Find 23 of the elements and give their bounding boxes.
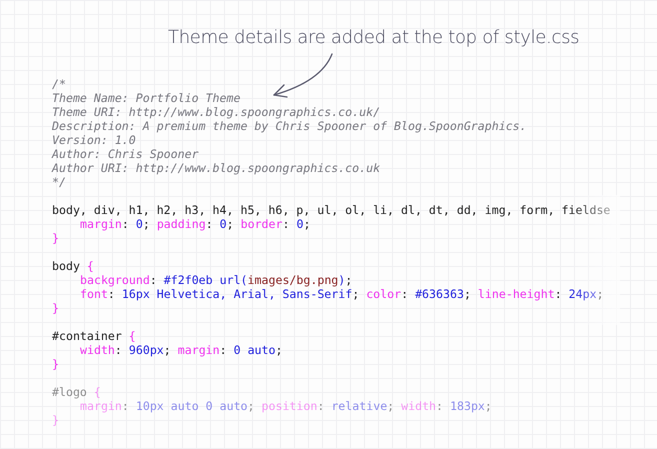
code-line: #logo { [52,385,101,399]
code-line: } [52,231,59,245]
comment-line: Theme URI: http://www.blog.spoongraphics.co.uk/ [52,105,380,119]
arrow-drawing [273,53,333,98]
comment-line: Version: 1.0 [52,133,136,147]
code-line: #container { [52,329,136,343]
code-line: } [52,301,59,315]
annotation-text: Theme details are added at the top of style.css [168,27,580,48]
code-line: margin: 10px auto 0 auto; position: relative; width: 183px; [79,399,492,413]
code-line: width: 960px; margin: 0 auto; [79,343,282,357]
code-line: body { [52,259,94,273]
code-line: font: 16px Helvetica, Arial, Sans-Serif; color: #636363; line-height: 24px; [79,287,604,301]
code-line: margin: 0; padding: 0; border: 0; [79,217,310,231]
code-line: } [52,357,59,371]
comment-line: Theme Name: Portfolio Theme [52,91,240,105]
comment-line: */ [52,175,66,189]
comment-line: Description: A premium theme by Chris Spooner of Blog.SpoonGraphics. [52,119,527,133]
comment-line: Author: Chris Spooner [52,147,199,161]
code-line: } [52,413,59,427]
comment-line: Author URI: http://www.blog.spoongraphics.co.uk [52,161,380,175]
code-line: body, div, h1, h2, h3, h4, h5, h6, p, ul, ol, li, dl, dt, dd, img, form, fieldse [52,203,610,217]
code-line: background: #f2f0eb url(images/bg.png); [79,273,352,287]
comment-line: /* [52,77,66,91]
